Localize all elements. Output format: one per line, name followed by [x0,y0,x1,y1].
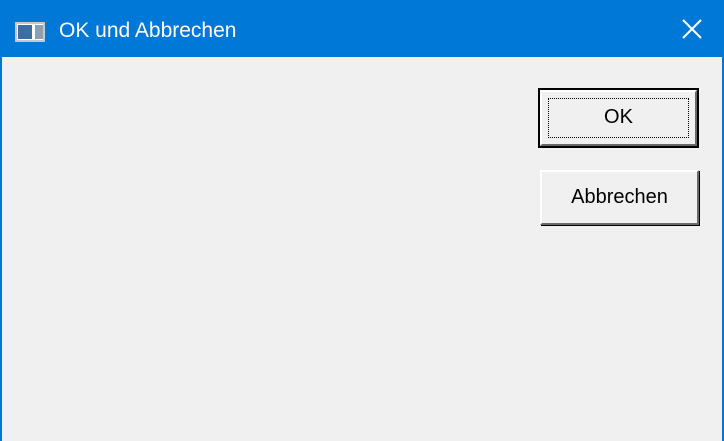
ok-button-label: OK [604,106,633,128]
dialog-window: OK und Abbrechen OK Abbrechen [0,0,724,441]
cancel-button[interactable]: Abbrechen [540,170,699,225]
window-title: OK und Abbrechen [59,19,237,42]
close-button[interactable] [662,0,722,57]
app-window-icon [15,22,45,42]
ok-button[interactable]: OK [538,88,699,148]
close-icon [682,19,702,39]
cancel-button-label: Abbrechen [571,186,668,208]
title-bar[interactable]: OK und Abbrechen [2,0,722,57]
